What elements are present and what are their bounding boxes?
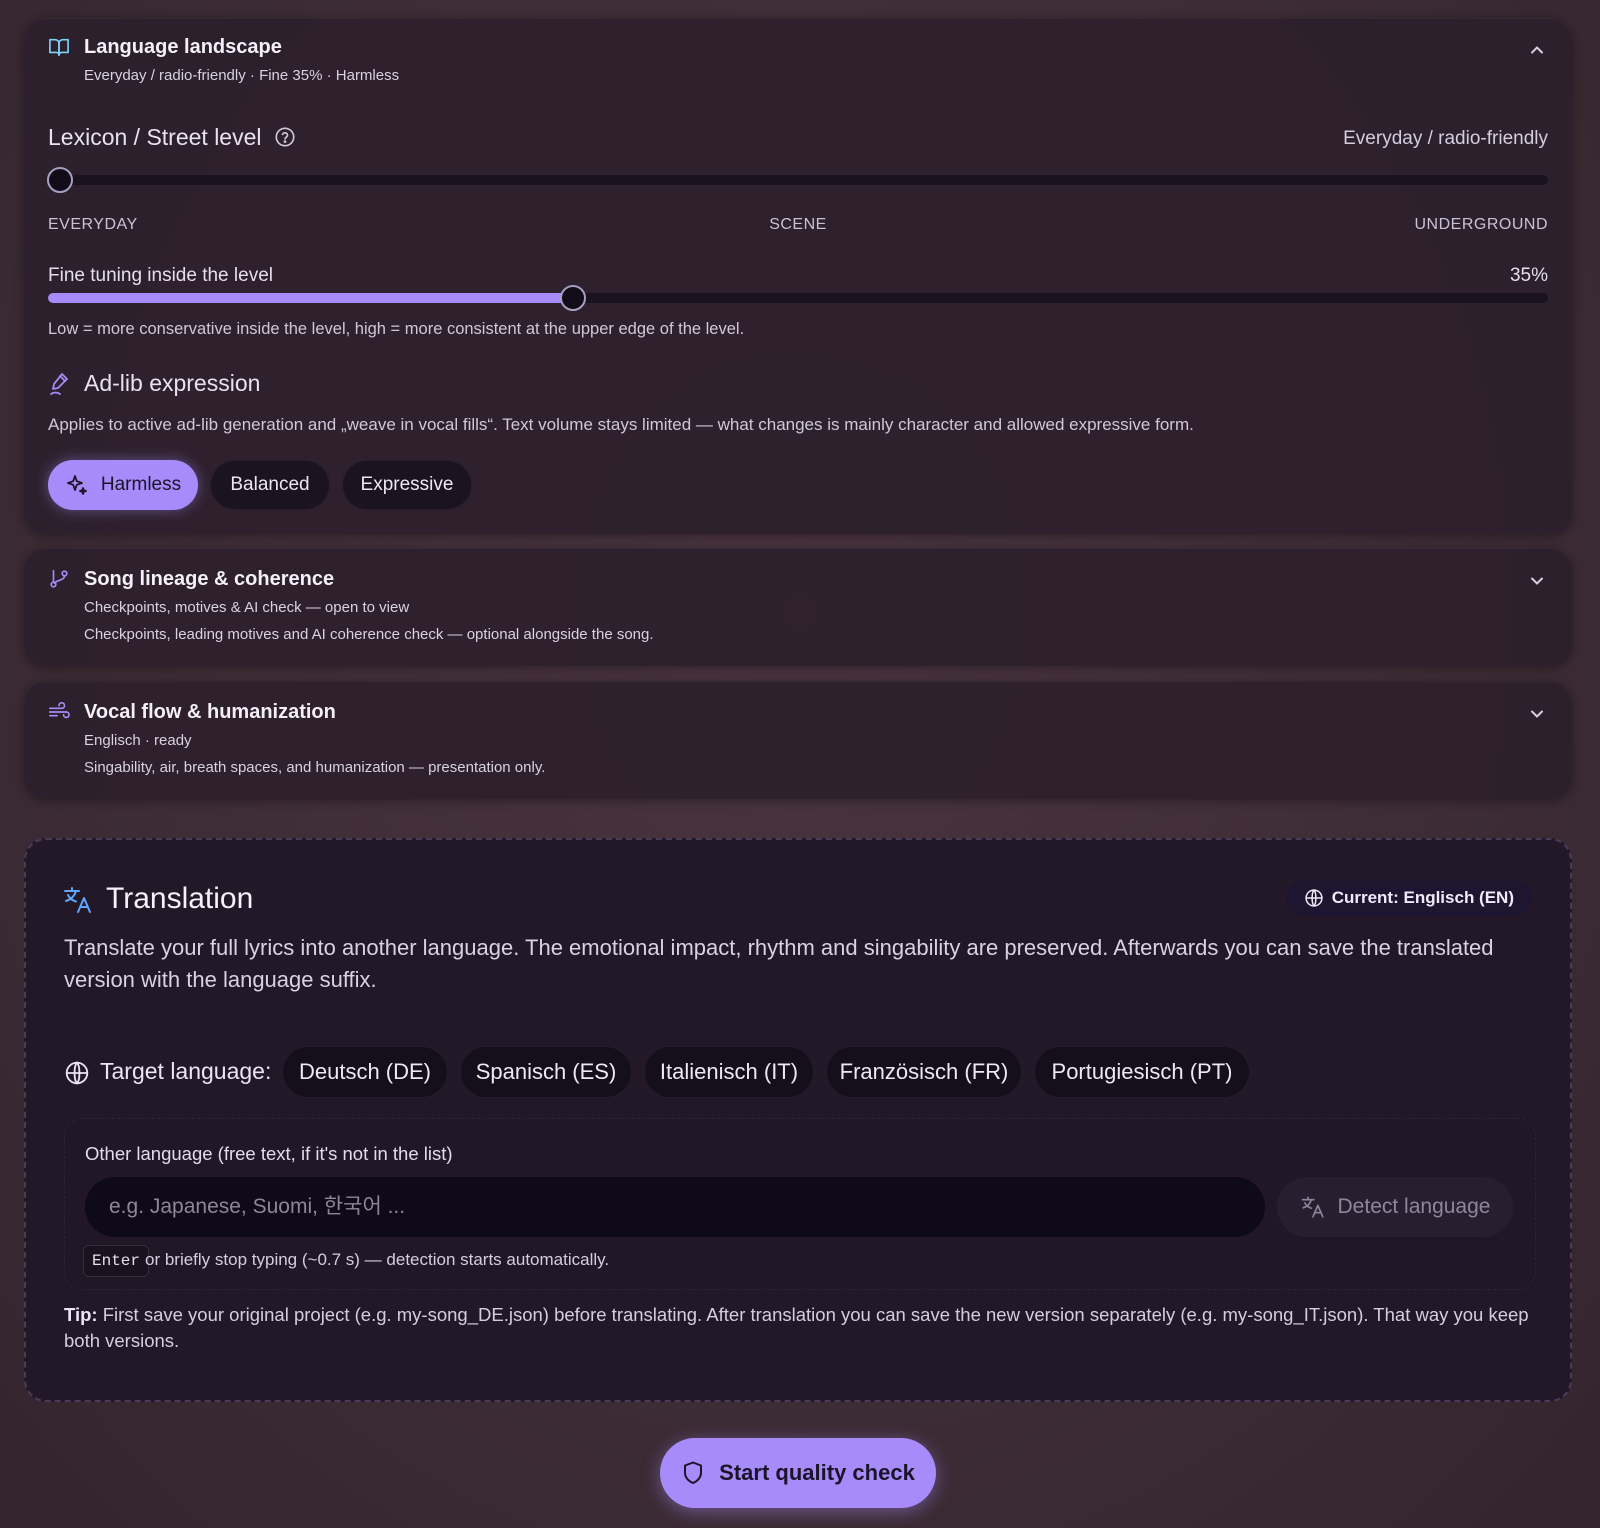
panel-subtitle: Checkpoints, motives & AI check — open t… [84, 599, 410, 616]
other-language-label: Other language (free text, if it's not i… [85, 1143, 453, 1164]
adlib-option-label: Harmless [100, 474, 182, 495]
other-language-input[interactable] [85, 1177, 1265, 1237]
chevron-down-icon[interactable] [1528, 572, 1546, 590]
detect-language-button[interactable]: Detect language [1277, 1177, 1513, 1237]
tip-label: Tip: [64, 1304, 98, 1325]
panel-title[interactable]: Vocal flow & humanization [84, 701, 336, 724]
lang-option-de[interactable]: Deutsch (DE) [282, 1046, 448, 1098]
adlib-option-balanced[interactable]: Balanced [210, 460, 330, 510]
current-language-badge: Current: Englisch (EN) [1285, 880, 1532, 916]
fine-tuning-fill [48, 293, 573, 303]
chevron-up-icon[interactable] [1528, 41, 1546, 59]
help-circle-icon[interactable] [274, 126, 296, 148]
panel-title[interactable]: Song lineage & coherence [84, 568, 334, 591]
git-branch-icon [48, 568, 70, 590]
sparkles-icon [65, 473, 89, 497]
lexicon-title: Lexicon / Street level [48, 124, 296, 151]
start-quality-check-button[interactable]: Start quality check [660, 1438, 936, 1508]
lexicon-value: Everyday / radio-friendly [1343, 128, 1548, 149]
panel-description: Checkpoints, leading motives and AI cohe… [84, 626, 654, 643]
lexicon-slider[interactable] [47, 167, 1548, 193]
fine-tuning-slider[interactable] [48, 285, 1548, 311]
adlib-option-label: Balanced [230, 474, 310, 495]
lang-option-pt[interactable]: Portugiesisch (PT) [1034, 1046, 1250, 1098]
panel-title[interactable]: Language landscape [84, 36, 282, 59]
translation-tip: Tip: First save your original project (e… [64, 1302, 1534, 1354]
tick-everyday: EVERYDAY [48, 216, 138, 233]
wind-icon [48, 701, 70, 723]
current-language-text: Current: Englisch (EN) [1331, 888, 1514, 907]
fine-tuning-value: 35% [1509, 265, 1548, 286]
target-language-label: Target language: [100, 1058, 272, 1084]
lexicon-slider-thumb[interactable] [47, 167, 73, 193]
detect-language-label: Detect language [1337, 1195, 1491, 1218]
enter-hint: or briefly stop typing (~0.7 s) — detect… [145, 1250, 610, 1269]
adlib-description: Applies to active ad-lib generation and … [48, 415, 1194, 434]
vocal-flow-panel[interactable]: Vocal flow & humanization Englisch · rea… [24, 681, 1572, 799]
tick-underground: UNDERGROUND [1414, 216, 1548, 233]
other-language-box: Other language (free text, if it's not i… [64, 1118, 1536, 1290]
panel-description: Singability, air, breath spaces, and hum… [84, 759, 546, 776]
song-lineage-panel[interactable]: Song lineage & coherence Checkpoints, mo… [24, 548, 1572, 666]
adlib-title: Ad-lib expression [84, 370, 261, 396]
fine-tuning-title: Fine tuning inside the level [48, 265, 273, 286]
adlib-option-label: Expressive [360, 474, 454, 495]
globe-icon [1304, 888, 1324, 908]
lang-option-it[interactable]: Italienisch (IT) [644, 1046, 814, 1098]
translate-icon [1300, 1194, 1326, 1220]
chevron-down-icon[interactable] [1528, 705, 1546, 723]
tick-scene: SCENE [769, 216, 827, 233]
lang-option-fr[interactable]: Französisch (FR) [826, 1046, 1022, 1098]
book-open-icon [48, 37, 70, 57]
lexicon-title-text: Lexicon / Street level [48, 124, 262, 150]
globe-icon [64, 1060, 90, 1086]
fine-tuning-slider-thumb[interactable] [560, 285, 586, 311]
translation-section: Translation Current: Englisch (EN) Trans… [24, 838, 1572, 1402]
translate-icon [62, 884, 94, 916]
translation-title: Translation [106, 882, 254, 915]
shield-icon [681, 1460, 705, 1486]
tip-text: First save your original project (e.g. m… [64, 1304, 1529, 1351]
language-landscape-panel: Language landscape Everyday / radio-frie… [24, 18, 1572, 534]
enter-key: Enter [83, 1245, 150, 1277]
translation-description: Translate your full lyrics into another … [64, 935, 1494, 992]
start-quality-check-label: Start quality check [719, 1460, 915, 1485]
microphone-pen-icon [48, 371, 72, 397]
lang-option-es[interactable]: Spanisch (ES) [460, 1046, 632, 1098]
adlib-option-harmless[interactable]: Harmless [48, 460, 198, 510]
adlib-option-expressive[interactable]: Expressive [342, 460, 472, 510]
panel-subtitle: Englisch · ready [84, 732, 192, 749]
panel-subtitle: Everyday / radio-friendly · Fine 35% · H… [84, 67, 400, 84]
fine-tuning-help: Low = more conservative inside the level… [48, 320, 745, 338]
